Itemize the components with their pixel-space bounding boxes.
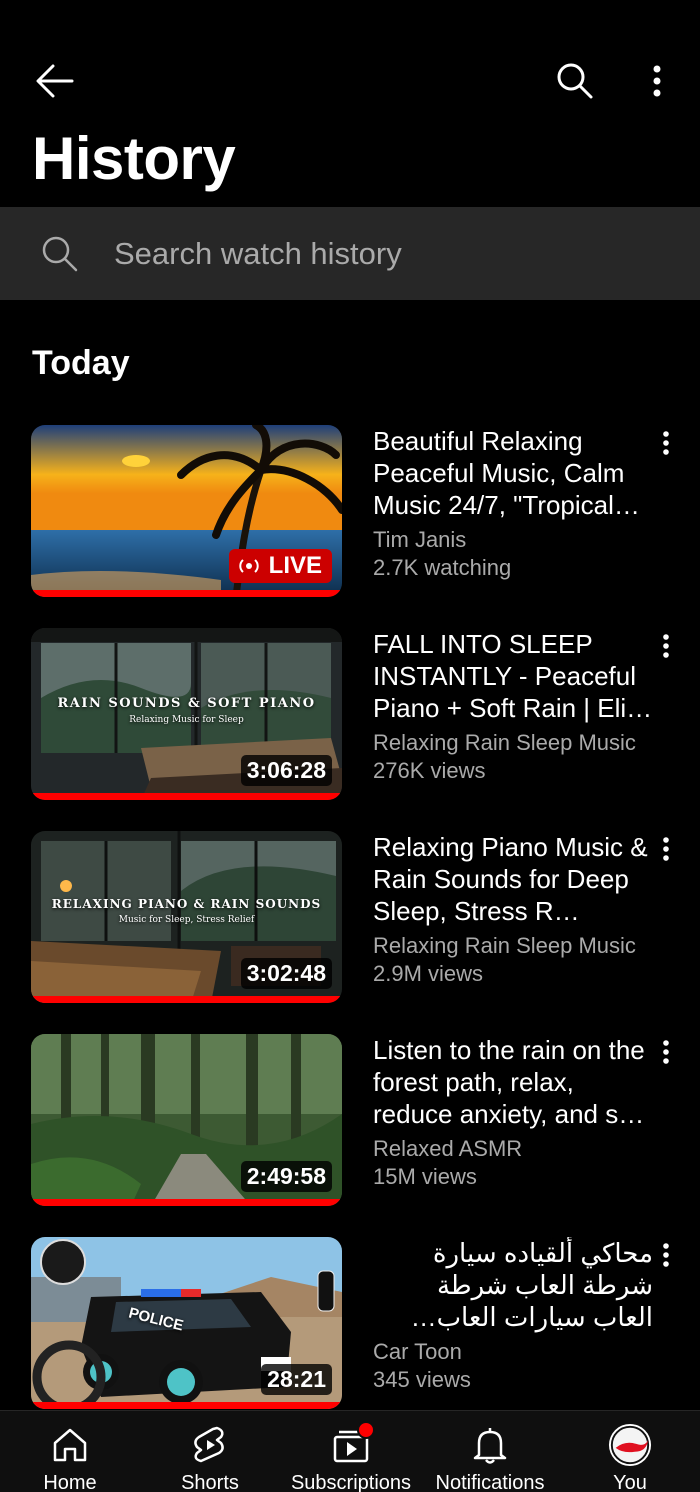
history-screen: History Today [0,0,700,1492]
live-broadcast-icon [238,559,259,573]
nav-label: You [613,1472,647,1492]
search-history-input[interactable] [114,235,614,272]
video-thumbnail[interactable]: 2:49:58 [31,1034,342,1206]
item-more-button[interactable] [652,628,680,664]
video-stats: 2.7K watching [373,555,512,580]
more-vertical-icon [653,65,661,97]
more-vertical-icon [663,1040,669,1064]
channel-name: Tim Janis [373,527,467,552]
more-vertical-icon [663,431,669,455]
nav-label: Home [43,1472,97,1492]
page-title: History [32,125,236,192]
nav-you[interactable]: You [575,1411,685,1492]
history-search-bar[interactable] [0,207,700,300]
video-stats: 345 views [373,1367,471,1392]
item-more-button[interactable] [652,831,680,867]
section-heading-today: Today [32,344,130,382]
video-thumbnail[interactable]: POLICE 28:21 [31,1237,342,1409]
watch-progress-bar [31,996,342,1003]
watch-progress-bar [31,590,342,597]
video-title[interactable]: محاكي ألقياده سيارة شرطة العاب شرطة العا… [373,1237,653,1333]
watch-progress-bar [31,1402,342,1409]
back-button[interactable] [32,58,78,104]
bottom-navigation: Home Shorts Subscriptions Notifications … [0,1410,700,1492]
list-item[interactable]: POLICE 28:21 محاكي ألقياده سيارة شرطة ال… [0,1237,700,1417]
list-item[interactable]: RELAXING PIANO & RAIN SOUNDS Music for S… [0,831,700,1011]
video-duration: 3:06:28 [240,755,332,786]
bell-icon [468,1423,512,1467]
nav-label: Shorts [181,1472,239,1492]
notification-dot [357,1421,375,1439]
more-vertical-icon [663,1243,669,1267]
thumbnail-overlay-subtitle: Relaxing Music for Sleep [129,715,244,725]
search-icon [557,63,593,99]
list-item[interactable]: LIVE Beautiful Relaxing Peaceful Music, … [0,425,700,605]
arrow-left-icon [36,64,74,98]
video-duration: 28:21 [261,1364,332,1395]
video-thumbnail[interactable]: LIVE [31,425,342,597]
live-badge: LIVE [228,549,332,583]
item-more-button[interactable] [652,425,680,461]
live-label: LIVE [268,552,322,579]
home-icon [48,1423,92,1467]
nav-shorts[interactable]: Shorts [154,1411,266,1492]
video-stats: 276K views [373,758,486,783]
item-more-button[interactable] [652,1237,680,1273]
channel-name: Relaxing Rain Sleep Music [373,933,636,958]
video-thumbnail[interactable]: RAIN SOUNDS & SOFT PIANO Relaxing Music … [31,628,342,800]
video-title[interactable]: Relaxing Piano Music & Rain Sounds for D… [373,831,653,927]
watch-progress-bar [31,793,342,800]
avatar [608,1423,652,1467]
thumbnail-overlay-subtitle: Music for Sleep, Stress Relief [118,915,255,925]
item-more-button[interactable] [652,1034,680,1070]
more-options-button[interactable] [636,58,678,104]
more-vertical-icon [663,634,669,658]
video-title[interactable]: Beautiful Relaxing Peaceful Music, Calm … [373,425,653,521]
video-stats: 15M views [373,1164,477,1189]
thumbnail-overlay-title: RELAXING PIANO & RAIN SOUNDS [51,897,322,911]
search-button[interactable] [552,58,598,104]
channel-name: Relaxing Rain Sleep Music [373,730,636,755]
more-vertical-icon [663,837,669,861]
subscriptions-icon [329,1421,375,1467]
nav-home[interactable]: Home [14,1411,126,1492]
list-item[interactable]: 2:49:58 Listen to the rain on the forest… [0,1034,700,1214]
list-item[interactable]: RAIN SOUNDS & SOFT PIANO Relaxing Music … [0,628,700,808]
nav-label: Notifications [435,1472,545,1492]
nav-notifications[interactable]: Notifications [430,1411,550,1492]
search-icon [40,234,80,274]
nav-subscriptions[interactable]: Subscriptions [286,1411,416,1492]
video-duration: 3:02:48 [240,958,332,989]
top-bar [0,50,700,110]
video-title[interactable]: Listen to the rain on the forest path, r… [373,1034,653,1130]
video-stats: 2.9M views [373,961,484,986]
video-thumbnail[interactable]: RELAXING PIANO & RAIN SOUNDS Music for S… [31,831,342,1003]
channel-name: Relaxed ASMR [373,1136,523,1161]
video-duration: 2:49:58 [240,1161,332,1192]
channel-name: Car Toon [373,1339,462,1364]
watch-progress-bar [31,1199,342,1206]
thumbnail-overlay-title: RAIN SOUNDS & SOFT PIANO [57,696,316,711]
video-title[interactable]: FALL INTO SLEEP INSTANTLY - Peaceful Pia… [373,628,653,724]
nav-label: Subscriptions [290,1472,412,1492]
shorts-icon [188,1423,232,1467]
